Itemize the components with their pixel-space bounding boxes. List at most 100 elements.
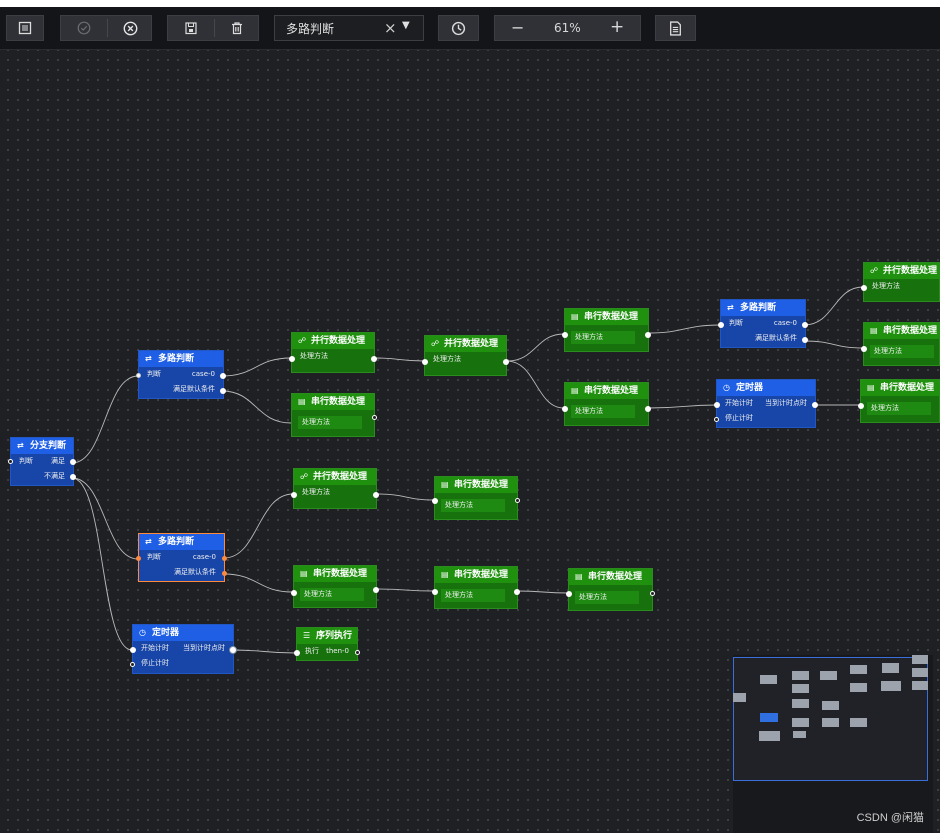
node-title: 并行数据处理 [311, 336, 366, 346]
minimap[interactable] [733, 655, 933, 833]
serial-node[interactable]: ▤ 串行数据处理 处理方法 [562, 308, 651, 352]
minimap-node [792, 671, 809, 680]
input-port[interactable] [130, 647, 136, 653]
serial-node[interactable]: ▤ 串行数据处理 处理方法 [861, 322, 940, 366]
port-label: 停止计时 [141, 659, 169, 667]
layout-button[interactable] [6, 15, 44, 41]
output-port[interactable] [812, 402, 818, 408]
input-port[interactable] [562, 406, 568, 412]
branch-icon: ⇄ [727, 303, 734, 312]
delete-button[interactable] [214, 16, 260, 40]
node-title: 串行数据处理 [311, 397, 366, 407]
edge [71, 477, 139, 560]
branch-node[interactable]: ⇄ 分支判断 判断 满足 不满足 [8, 437, 76, 486]
multi-branch-node-selected[interactable]: ⇄ 多路判断 判断 case-0 满足默认条件 [136, 533, 227, 582]
save-icon [185, 22, 197, 35]
output-port[interactable] [222, 571, 227, 576]
flow-canvas[interactable]: ⇄ 分支判断 判断 满足 不满足 ⇄ 多路判断 判断 case-0 满足默认条件 ⇄ 多路… [0, 50, 940, 833]
serial-node[interactable]: ▤ 串行数据处理 处理方法 [432, 566, 520, 609]
output-port[interactable] [371, 356, 377, 362]
output-port[interactable] [514, 589, 520, 595]
node-select[interactable]: 多路判断 × ▼ [274, 15, 424, 41]
zoom-out-button[interactable]: − [511, 18, 524, 37]
method-slot: 处理方法 [870, 345, 934, 358]
serial-node[interactable]: ▤ 串行数据处理 处理方法 [291, 565, 379, 608]
input-port[interactable] [8, 459, 13, 464]
parallel-node[interactable]: ☍ 并行数据处理 处理方法 [422, 335, 509, 376]
port-label: 不满足 [44, 472, 65, 480]
output-port[interactable] [515, 498, 520, 503]
serial-node[interactable]: ▤ 串行数据处理 处理方法 [432, 476, 520, 520]
input-port[interactable] [289, 356, 295, 362]
input-port[interactable] [562, 332, 568, 338]
input-port[interactable] [861, 285, 867, 291]
input-port[interactable] [294, 650, 300, 656]
parallel-node[interactable]: ☍ 并行数据处理 处理方法 [289, 332, 377, 373]
input-port[interactable] [432, 498, 438, 504]
output-port[interactable] [645, 332, 651, 338]
method-slot: 处理方法 [298, 416, 362, 429]
node-title: 串行数据处理 [313, 569, 368, 579]
output-port[interactable] [222, 556, 227, 561]
zoom-in-button[interactable]: + [610, 17, 624, 37]
input-port[interactable] [858, 403, 864, 409]
timer-node[interactable]: ◷ 定时器 开始计时 当到计时点时 停止计时 [130, 624, 237, 674]
cancel-button[interactable] [107, 16, 153, 40]
timer-node[interactable]: ◷ 定时器 开始计时 当到计时点时 停止计时 [714, 379, 818, 428]
clear-icon[interactable]: × [384, 19, 397, 37]
output-port[interactable] [373, 492, 379, 498]
save-button[interactable] [168, 16, 214, 40]
port-label: 判断 [729, 319, 743, 327]
output-port[interactable] [645, 406, 651, 412]
input-port[interactable] [432, 589, 438, 595]
output-port[interactable] [372, 415, 377, 420]
port-label: 执行 [305, 647, 319, 655]
output-port[interactable] [220, 373, 226, 379]
parallel-node[interactable]: ☍ 并行数据处理 处理方法 [291, 468, 379, 509]
port-label: 当到计时点时 [183, 644, 225, 652]
input-port[interactable] [714, 402, 720, 408]
output-port[interactable] [802, 322, 808, 328]
input-port[interactable] [130, 662, 135, 667]
input-port[interactable] [861, 346, 867, 352]
input-port[interactable] [291, 492, 297, 498]
input-port[interactable] [136, 556, 141, 561]
node-title: 定时器 [736, 383, 764, 393]
output-port[interactable] [229, 646, 237, 654]
parallel-node[interactable]: ☍ 并行数据处理 处理方法 [861, 262, 940, 302]
output-port[interactable] [355, 650, 360, 655]
input-port[interactable] [422, 359, 428, 365]
output-port[interactable] [373, 587, 379, 593]
output-port[interactable] [70, 459, 76, 465]
input-port[interactable] [291, 590, 297, 596]
serial-icon: ▤ [870, 326, 878, 335]
method-slot: 处理方法 [300, 588, 364, 601]
node-title: 定时器 [152, 628, 180, 638]
document-button[interactable] [655, 15, 696, 41]
list-icon: ☰ [303, 631, 311, 640]
output-port[interactable] [70, 474, 76, 480]
serial-node[interactable]: ▤ 串行数据处理 处理方法 [858, 379, 940, 423]
input-port[interactable] [136, 373, 141, 378]
window-top-edge [0, 0, 940, 7]
confirm-button[interactable] [61, 16, 107, 40]
multi-branch-node[interactable]: ⇄ 多路判断 判断 case-0 满足默认条件 [718, 299, 808, 348]
input-port[interactable] [714, 417, 719, 422]
output-port[interactable] [650, 591, 655, 596]
port-label: 开始计时 [725, 399, 753, 407]
minimap-node [822, 718, 839, 727]
sequence-node[interactable]: ☰ 序列执行 执行 then-0 [294, 627, 360, 661]
output-port[interactable] [802, 337, 808, 343]
refresh-button[interactable] [438, 15, 479, 41]
input-port[interactable] [718, 322, 724, 328]
port-label: case-0 [773, 319, 797, 327]
output-port[interactable] [503, 359, 509, 365]
input-port[interactable] [566, 591, 572, 597]
serial-node[interactable]: ▤ 串行数据处理 处理方法 [566, 568, 655, 611]
chevron-down-icon[interactable]: ▼ [402, 20, 410, 31]
serial-node[interactable]: ▤ 串行数据处理 处理方法 [291, 393, 377, 437]
multi-branch-node[interactable]: ⇄ 多路判断 判断 case-0 满足默认条件 [136, 350, 226, 399]
serial-node[interactable]: ▤ 串行数据处理 处理方法 [562, 382, 651, 426]
output-port[interactable] [220, 388, 226, 394]
edge [648, 324, 721, 334]
